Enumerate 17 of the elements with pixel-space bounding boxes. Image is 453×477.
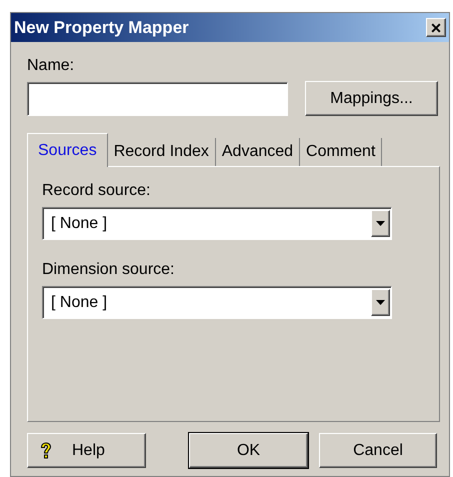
close-button[interactable]: × bbox=[426, 18, 446, 37]
tab[interactable]: Advanced bbox=[216, 138, 300, 166]
name-label: Name: bbox=[27, 56, 76, 76]
tab[interactable]: Record Index bbox=[108, 138, 216, 166]
source-label: Record source: bbox=[42, 181, 152, 201]
help-icon bbox=[40, 442, 52, 460]
source-dropdown[interactable]: [ None ] bbox=[42, 286, 392, 319]
source-dropdown[interactable]: [ None ] bbox=[42, 207, 392, 240]
help-button[interactable]: Help bbox=[27, 433, 146, 468]
cancel-button[interactable]: Cancel bbox=[319, 433, 437, 468]
mappings-button[interactable]: Mappings... bbox=[305, 81, 438, 116]
tab[interactable]: Comment bbox=[300, 138, 382, 166]
ok-button[interactable]: OK bbox=[189, 433, 308, 468]
source-label: Dimension source: bbox=[42, 260, 176, 280]
tab[interactable]: Sources bbox=[27, 133, 108, 167]
name-field[interactable] bbox=[27, 82, 288, 116]
window-title: New Property Mapper bbox=[14, 16, 189, 39]
